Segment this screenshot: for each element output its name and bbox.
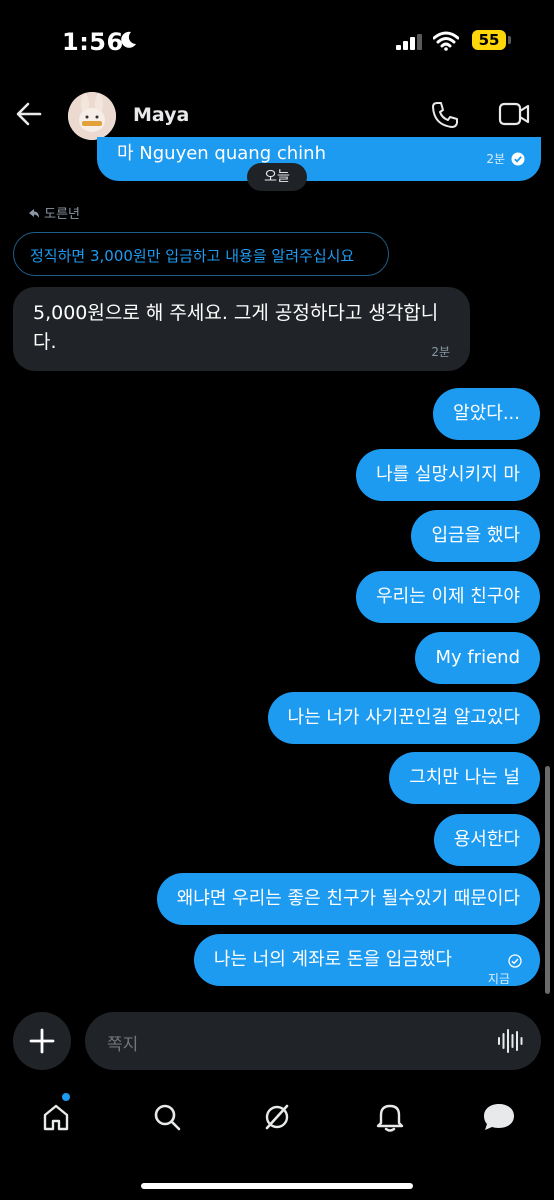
quoted-message-text: 정직하면 3,000원만 입금하고 내용을 알려주십시요 [30,247,355,265]
reply-arrow-icon [29,209,39,218]
tab-home[interactable] [36,1097,76,1137]
outgoing-message-bubble[interactable]: 입금을 했다 [411,510,540,562]
reply-label-text: 도른년 [44,207,81,222]
scrollbar[interactable] [545,766,550,994]
tab-messages[interactable] [479,1097,519,1137]
tab-notifications[interactable] [370,1097,410,1137]
sent-check-icon [508,954,522,968]
previous-message-text: 마 Nguyen quang chinh [117,143,326,164]
notifications-icon [376,1104,404,1132]
last-outgoing-message-bubble[interactable]: 나는 너의 계좌로 돈을 입금했다 지금 [193,934,540,986]
wifi-icon [433,31,459,51]
voice-message-icon[interactable] [497,1028,523,1054]
avatar[interactable] [68,92,116,140]
status-time: 1:56 [62,28,124,56]
outgoing-message-bubble[interactable]: 나는 너가 사기꾼인걸 알고있다 [267,692,540,744]
reply-label: 도른년 [28,203,80,222]
outgoing-message-bubble[interactable]: 우리는 이제 친구야 [356,571,540,623]
tab-grok[interactable] [257,1097,297,1137]
outgoing-message-bubble[interactable]: 왜냐면 우리는 좋은 친구가 될수있기 때문이다 [156,873,540,925]
message-input-placeholder: 쪽지 [107,1035,139,1055]
last-outgoing-message-text: 나는 너의 계좌로 돈을 입금했다 [213,949,452,970]
outgoing-message-bubble[interactable]: 용서한다 [433,814,540,866]
plus-icon [29,1028,55,1054]
quoted-message[interactable]: 정직하면 3,000원만 입금하고 내용을 알려주십시요 [13,232,389,276]
message-input[interactable]: 쪽지 [85,1012,541,1070]
incoming-message-time: 2분 [431,345,450,359]
moon-icon [121,31,136,48]
home-indicator[interactable] [141,1183,413,1189]
notification-dot [62,1093,70,1101]
outgoing-message-bubble[interactable]: 알았다... [433,388,540,440]
signal-icon [396,34,422,50]
avatar-image [68,92,116,140]
incoming-message-text: 5,000원으로 해 주세요. 그게 공정하다고 생각합니다. [33,302,439,353]
last-message-time: 지금 [487,972,510,986]
phone-icon[interactable] [430,100,460,130]
tab-search[interactable] [147,1097,187,1137]
battery-indicator: 55 [472,30,506,50]
messages-icon [484,1104,514,1130]
back-arrow-icon[interactable] [14,97,44,131]
incoming-message-bubble[interactable]: 5,000원으로 해 주세요. 그게 공정하다고 생각합니다. 2분 [13,287,470,371]
contact-name[interactable]: Maya [133,104,189,126]
home-icon [43,1104,69,1131]
search-icon [154,1104,181,1131]
battery-tip [508,36,511,44]
outgoing-message-bubble[interactable]: My friend [415,632,540,684]
previous-message-time: 2분 [486,152,505,166]
outgoing-message-bubble[interactable]: 나를 실망시키지 마 [356,449,540,501]
previous-message-bubble[interactable]: 마 Nguyen quang chinh 2분 [97,137,541,181]
outgoing-message-bubble[interactable]: 그치만 나는 널 [389,752,540,804]
grok-icon [265,1104,289,1130]
read-check-icon [511,152,525,166]
video-call-icon[interactable] [498,100,530,128]
add-attachment-button[interactable] [13,1012,71,1070]
date-separator: 오늘 [247,163,307,191]
